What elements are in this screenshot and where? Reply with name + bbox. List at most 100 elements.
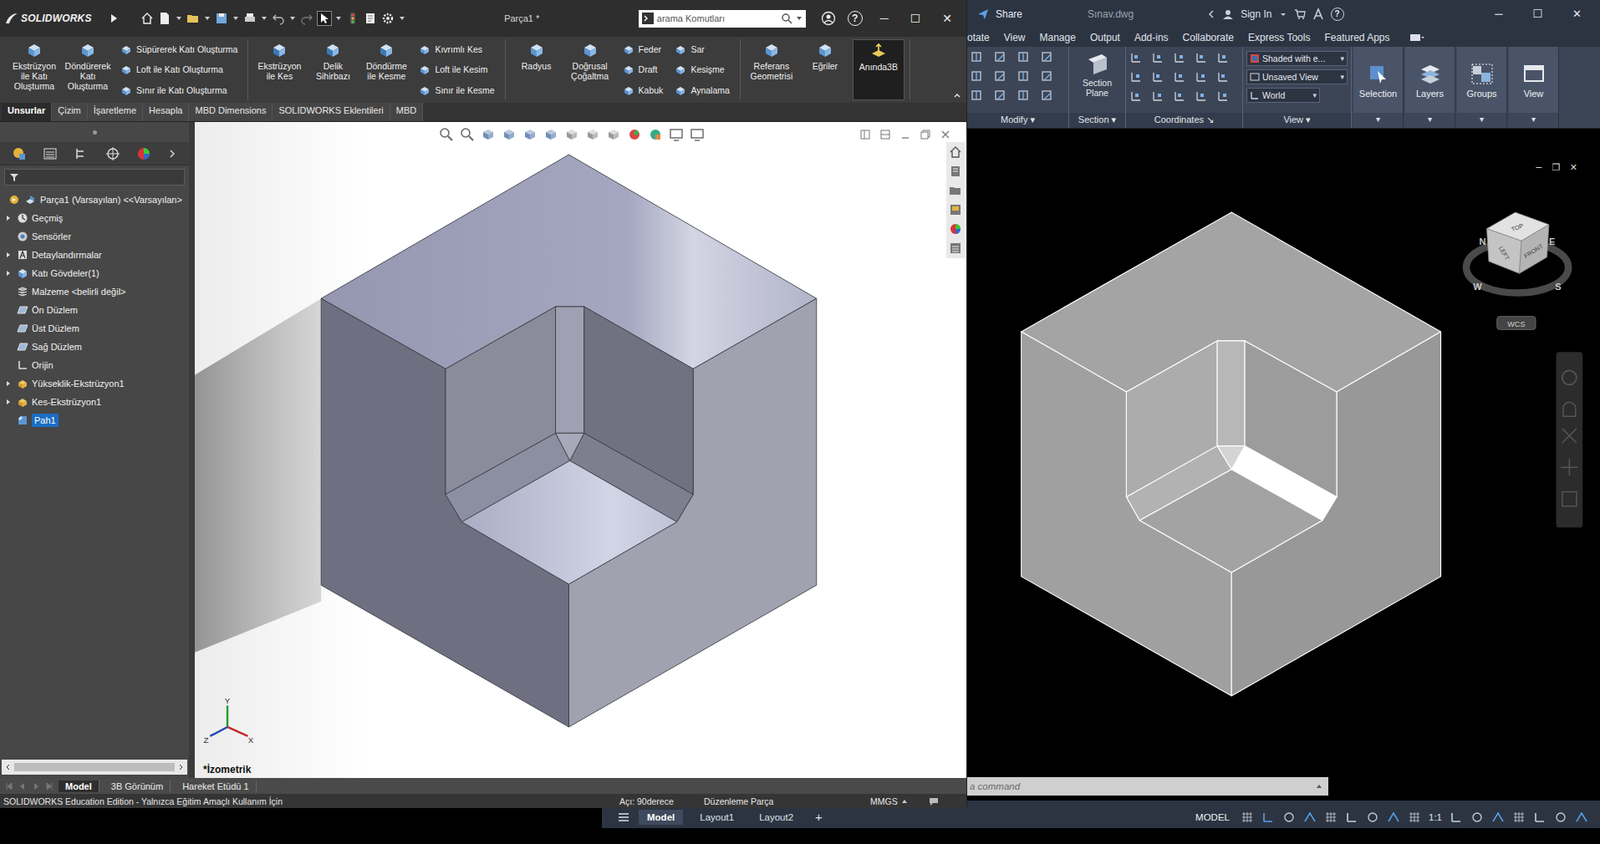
status-toggle-icon[interactable] [1449, 810, 1463, 825]
ucs-tool-icon[interactable] [1129, 70, 1143, 84]
expander[interactable] [3, 251, 14, 259]
dropdown-arrow-icon[interactable] [175, 15, 183, 22]
tree-item[interactable]: Malzeme <belirli değil> [0, 282, 189, 301]
ucs-tool-icon[interactable] [1151, 50, 1165, 65]
window-control-button[interactable]: ✕ [1569, 7, 1585, 21]
ucs-tool-icon[interactable] [1129, 89, 1143, 103]
feature-manager-icon[interactable] [11, 146, 27, 162]
window-control-button[interactable]: ☐ [907, 11, 924, 26]
status-toggle-icon[interactable] [1282, 810, 1296, 825]
split-view-icon[interactable] [859, 128, 872, 141]
save-icon[interactable] [214, 11, 229, 26]
model-canvas[interactable]: YXZ [194, 122, 967, 779]
wcs-button[interactable]: WCS [1497, 316, 1536, 331]
ribbon-large-button[interactable]: Döndürerek Katı Oluşturma [61, 39, 114, 101]
expander[interactable] [3, 270, 14, 277]
ucs-tool-icon[interactable] [1151, 70, 1165, 84]
custom-properties-icon[interactable] [948, 241, 963, 255]
ribbon-small-button[interactable]: Sar [674, 40, 730, 58]
ribbon-small-button[interactable]: Kabuk [622, 81, 664, 99]
solid-model[interactable] [1021, 212, 1442, 697]
ucs-tool-icon[interactable] [1172, 89, 1187, 103]
tree-item[interactable]: Yükseklik-Ekstrüzyon1 [0, 374, 189, 393]
search-field[interactable]: arama Komutları [638, 10, 806, 28]
sign-in-button[interactable]: Sign In [1240, 8, 1272, 21]
tool-icon[interactable] [970, 89, 984, 103]
menu-expand-icon[interactable] [108, 13, 119, 24]
ribbon-tab[interactable]: Manage [1039, 30, 1076, 46]
help-button[interactable]: ? [847, 10, 863, 26]
expander[interactable] [3, 398, 14, 406]
compass-direction[interactable]: E [1549, 236, 1555, 247]
window-control-button[interactable]: ✕ [939, 11, 955, 26]
user-icon[interactable] [1222, 8, 1234, 21]
tree-item[interactable]: Ön Düzlem [0, 300, 189, 320]
dropdown-arrow-icon[interactable] [260, 15, 268, 22]
share-icon[interactable] [977, 8, 989, 21]
navigation-bar[interactable] [1555, 351, 1583, 528]
viewport-control-button[interactable]: ─ [1534, 162, 1542, 174]
tool-icon[interactable] [1040, 50, 1055, 65]
viewport-control-button[interactable]: ✕ [1569, 162, 1578, 174]
tile-view-icon[interactable] [879, 128, 892, 141]
messages-icon[interactable] [927, 795, 940, 808]
ribbon-small-button[interactable]: Kıvrımlı Kes [418, 40, 495, 58]
ribbon-large-button[interactable]: Doğrusal Çoğaltma [564, 39, 617, 101]
compass-direction[interactable]: N [1479, 236, 1487, 247]
compass-direction[interactable]: W [1472, 281, 1483, 292]
cart-icon[interactable] [1294, 8, 1306, 21]
ribbon-tab[interactable]: otate [967, 30, 990, 46]
dropdown-arrow-icon[interactable] [289, 15, 296, 22]
help-button[interactable]: ? [1330, 7, 1345, 21]
configuration-manager-icon[interactable] [73, 146, 89, 162]
visual-style-dropdown[interactable]: Shaded with e...▾ [1246, 50, 1348, 67]
view-tool-icon[interactable] [438, 127, 454, 143]
view-tool-icon[interactable] [689, 127, 705, 143]
ribbon-tab[interactable]: Featured Apps [1324, 30, 1390, 46]
ucs-tool-icon[interactable] [1216, 50, 1230, 65]
command-tab[interactable]: MBD Dimensions [188, 102, 273, 122]
first-tab-icon[interactable] [5, 782, 14, 791]
ribbon-small-button[interactable]: Loft ile Kesim [418, 61, 495, 78]
tree-item[interactable]: Katı Gövdeler(1) [0, 264, 189, 283]
ribbon-large-button[interactable]: Selection ▾ [1353, 46, 1404, 128]
model-tab[interactable]: 3B Görünüm [104, 780, 171, 793]
section-plane-button[interactable]: Section Plane [1069, 46, 1126, 113]
ribbon-large-button[interactable]: Radyus [510, 39, 563, 101]
view-tool-icon[interactable] [459, 127, 475, 143]
search-icon[interactable] [780, 12, 793, 25]
ribbon-small-button[interactable]: Loft ile Katı Oluşturma [120, 61, 238, 78]
ribbon-large-button[interactable]: View ▾ [1508, 46, 1560, 128]
expander[interactable] [3, 214, 14, 222]
display-manager-icon[interactable] [136, 146, 152, 162]
more-tabs-icon[interactable] [167, 148, 178, 159]
solidworks-logo[interactable]: SOLIDWORKS [5, 12, 104, 25]
view-tool-icon[interactable] [668, 127, 684, 143]
ribbon-small-button[interactable]: Aynalama [674, 81, 730, 99]
ribbon-large-button[interactable]: Groups ▾ [1457, 46, 1508, 128]
ribbon-tab[interactable]: Add-ins [1134, 30, 1169, 46]
status-toggle-icon[interactable] [1407, 810, 1422, 825]
command-tab[interactable]: SOLIDWORKS Eklentileri [272, 102, 390, 122]
tree-item[interactable]: Üst Düzlem [0, 319, 189, 338]
ribbon-large-button[interactable]: Ekstrüzyon ile Katı Oluşturma [8, 39, 61, 101]
undo-icon[interactable] [271, 11, 286, 26]
ribbon-large-button[interactable]: Ekstrüzyon ile Kes [253, 39, 306, 101]
ribbon-small-button[interactable]: Süpürerek Katı Oluşturma [120, 40, 238, 58]
layout-tab[interactable]: Layout2 [750, 810, 802, 826]
tool-icon[interactable] [993, 70, 1008, 84]
status-toggle-icon[interactable] [1365, 810, 1380, 825]
model-tab[interactable]: Model [58, 780, 100, 793]
home-icon[interactable] [140, 11, 154, 26]
previous-tab-icon[interactable] [18, 782, 27, 791]
ucs-tool-icon[interactable] [1129, 50, 1143, 65]
ribbon-small-button[interactable]: Sınır ile Kesme [418, 81, 495, 99]
ribbon-large-button[interactable]: Delik Sihirbazı [306, 39, 359, 101]
tree-root[interactable]: Parça1 (Varsayılan) <<Varsayılan> [0, 190, 189, 209]
scroll-left-icon[interactable] [5, 764, 12, 771]
tool-icon[interactable] [1040, 70, 1055, 84]
graphics-area[interactable]: YXZ *İzometrik [194, 122, 967, 779]
horizontal-scrollbar[interactable] [1, 759, 188, 775]
dropdown-arrow-icon[interactable] [203, 15, 211, 22]
viewcube[interactable]: NESWTOPLEFTFRONT [1466, 212, 1569, 293]
